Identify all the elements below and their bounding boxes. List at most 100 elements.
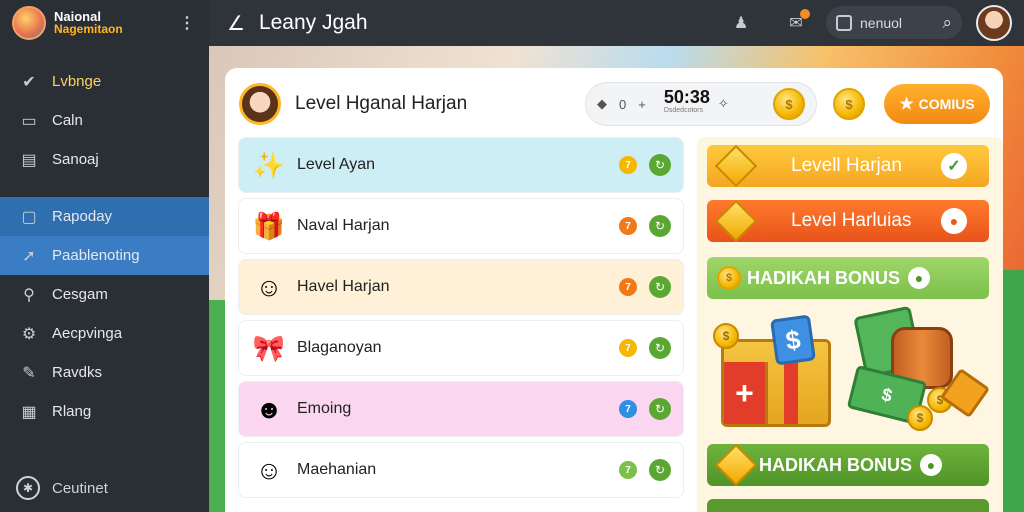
gem-icon xyxy=(714,144,758,188)
key-icon: ⚲ xyxy=(23,286,35,304)
sidebar-item-ravdks[interactable]: ✎ Ravdks xyxy=(0,353,209,392)
search-icon: ⌕ xyxy=(942,12,952,32)
tag-icon: ✎ xyxy=(22,364,36,382)
sidebar-item-label: Rlang xyxy=(52,403,92,420)
sidebar-item-label: Ravdks xyxy=(52,364,103,381)
refresh-icon[interactable]: ↻ xyxy=(649,154,671,176)
list-item-label: Naval Harjan xyxy=(297,217,390,234)
list-item-label: Level Ayan xyxy=(297,156,375,173)
brand: Naional Nagemitaon ⋮ xyxy=(0,0,209,46)
check-badge-icon: ✔ xyxy=(22,73,36,91)
star-cluster-icon: ✨ xyxy=(252,149,286,180)
count-badge: 7 xyxy=(619,217,637,235)
reward-button-harluias[interactable]: Level Harluias ● xyxy=(707,199,989,243)
sidebar-item-cesgam[interactable]: ⚲ Cesgam xyxy=(0,275,209,314)
timer: 50:38 Dsdedcotors xyxy=(664,88,710,118)
present-icon: 🎀 xyxy=(252,332,286,363)
bonus-button-bottom[interactable]: HADIKAH BONUS ● xyxy=(707,443,989,487)
sidebar-item-label: Lvbnge xyxy=(52,73,102,90)
topbar: ∠ Leany Jgah ♟ ✉ nenuol ⌕ xyxy=(209,0,1024,46)
sidebar-item-aecpvinga[interactable]: ⚙ Aecpvinga xyxy=(0,314,209,353)
list-item[interactable]: 🎀 Blaganoyan 7 ↻ xyxy=(238,320,684,376)
rewards-panel: Levell Harjan ✓ Level Harluias ● $ HADIK… xyxy=(697,137,1003,512)
sidebar-footer[interactable]: ✱ Ceutinet xyxy=(16,476,108,500)
app-title: Leany Jgah xyxy=(258,11,368,34)
refresh-icon[interactable]: ↻ xyxy=(649,276,671,298)
kebab-menu-icon[interactable]: ⋮ xyxy=(179,13,195,33)
bonus-button-top[interactable]: $ HADIKAH BONUS ● xyxy=(707,257,989,299)
refresh-icon[interactable]: ↻ xyxy=(649,398,671,420)
coin-icon: $ xyxy=(717,266,741,290)
sidebar-item-rapoday[interactable]: ▢ Rapoday xyxy=(0,197,209,236)
notification-dot xyxy=(800,9,810,19)
character-icon: ☺ xyxy=(255,271,283,302)
coin-icon[interactable]: $ xyxy=(833,88,865,120)
dollar-card-icon: $ xyxy=(769,314,817,366)
settings-wheel-icon: ✱ xyxy=(16,476,40,500)
list-item[interactable]: 🎁 Naval Harjan 7 ↻ xyxy=(238,198,684,254)
coin-stack-icon: $ xyxy=(773,88,805,120)
search-input[interactable]: nenuol ⌕ xyxy=(826,6,962,39)
list-item[interactable]: ☺ Havel Harjan 7 ↻ xyxy=(238,259,684,315)
brand-logo xyxy=(12,6,46,40)
list-item-label: Blaganoyan xyxy=(297,339,382,356)
page-title: Level Hganal Harjan xyxy=(295,93,468,114)
background-strip-right xyxy=(1002,270,1024,512)
list-item-label: Maehanian xyxy=(297,461,377,478)
card-header: Level Hganal Harjan ◆ 0 + 50:38 Dsdedcot… xyxy=(239,82,990,126)
bonus-button[interactable]: ★ COMIUS xyxy=(884,84,990,124)
main-card: Level Hganal Harjan ◆ 0 + 50:38 Dsdedcot… xyxy=(225,68,1003,512)
level-list: ✨ Level Ayan 7 ↻ 🎁 Naval Harjan 7 ↻ ☺ Ha… xyxy=(238,137,684,503)
brand-subtitle: Nagemitaon xyxy=(54,22,123,36)
refresh-icon[interactable]: ↻ xyxy=(649,459,671,481)
list-item-label: Havel Harjan xyxy=(297,278,390,295)
pin-icon: ➚ xyxy=(22,247,36,265)
count-badge: 7 xyxy=(619,461,637,479)
sidebar-footer-label: Ceutinet xyxy=(52,479,108,497)
girl-avatar-icon: ☻ xyxy=(255,393,283,424)
plus-icon: + xyxy=(638,96,646,112)
plus-icon: + xyxy=(724,362,768,424)
sidebar-item-caln[interactable]: ▭ Caln xyxy=(0,101,209,140)
sidebar-item-label: Paablenoting xyxy=(52,247,140,264)
timer-pill: ◆ 0 + 50:38 Dsdedcotors ✧ $ xyxy=(585,82,817,126)
reward-button-label: Levell Harjan xyxy=(791,155,902,176)
sidebar-item-paablenoting[interactable]: ➚ Paablenoting xyxy=(0,236,209,275)
list-item-label: Emoing xyxy=(297,400,352,417)
sidebar-item-sanoaj[interactable]: ▤ Sanoaj xyxy=(0,140,209,179)
sidebar-item-label: Sanoaj xyxy=(52,151,99,168)
list-item[interactable]: ☻ Emoing 7 ↻ xyxy=(238,381,684,437)
boy-avatar-icon: ☺ xyxy=(255,454,283,485)
list-item[interactable]: ☺ Maehanian 7 ↻ xyxy=(238,442,684,498)
chat-icon[interactable]: ✉ xyxy=(784,9,810,35)
reward-button-partial[interactable] xyxy=(707,499,989,512)
user-avatar[interactable] xyxy=(976,5,1012,41)
reward-button-level[interactable]: Levell Harjan ✓ xyxy=(707,144,989,188)
sidebar-item-rlang[interactable]: ▦ Rlang xyxy=(0,392,209,431)
reward-button-label: Level Harluias xyxy=(791,210,912,231)
check-icon: ✓ xyxy=(941,153,967,179)
clipboard-icon: ▦ xyxy=(21,403,37,421)
coin-icon: $ xyxy=(713,323,739,349)
edit-icon: ∠ xyxy=(227,12,245,35)
sidebar-item-label: Caln xyxy=(52,112,83,129)
brand-text: Naional Nagemitaon xyxy=(54,10,123,36)
gift-box-icon: 🎁 xyxy=(252,210,286,241)
gem-icon xyxy=(714,443,758,487)
sidebar: Naional Nagemitaon ⋮ ✔ Lvbnge ▭ Caln ▤ S… xyxy=(0,0,209,512)
refresh-icon[interactable]: ↻ xyxy=(649,337,671,359)
sidebar-item-label: Aecpvinga xyxy=(52,325,123,342)
count-badge: 7 xyxy=(619,339,637,357)
bonus-label: HADIKAH BONUS xyxy=(759,454,912,475)
user-icon[interactable]: ♟ xyxy=(729,11,753,35)
monitor-icon: ▭ xyxy=(21,112,37,130)
bonus-label: HADIKAH BONUS xyxy=(747,267,900,288)
search-text: nenuol xyxy=(860,14,903,31)
header-avatar xyxy=(239,83,281,125)
list-item[interactable]: ✨ Level Ayan 7 ↻ xyxy=(238,137,684,193)
sidebar-item-lvbnge[interactable]: ✔ Lvbnge xyxy=(0,62,209,101)
refresh-icon[interactable]: ↻ xyxy=(649,215,671,237)
coin-icon: $ xyxy=(907,405,933,431)
gem-icon xyxy=(714,199,758,243)
count-badge: 7 xyxy=(619,400,637,418)
